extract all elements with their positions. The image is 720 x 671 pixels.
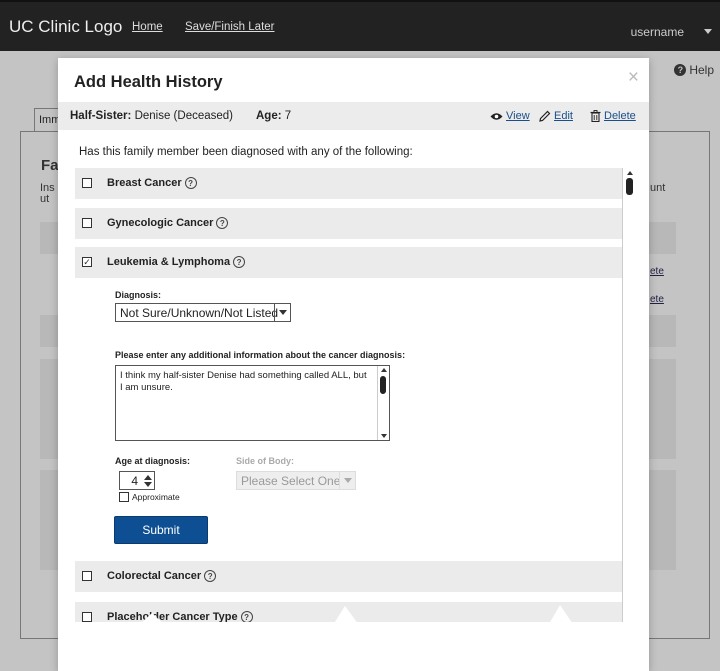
gynecologic-cancer-checkbox[interactable] (82, 218, 92, 228)
background-text: unt (650, 182, 666, 194)
scroll-thumb[interactable] (380, 376, 386, 394)
help-link[interactable]: ? Help (674, 63, 714, 77)
add-health-history-modal: Add Health History × Half-Sister: Denise… (58, 58, 649, 671)
category-label: Colorectal Cancer ? (107, 570, 217, 582)
scroll-down-icon[interactable] (381, 434, 387, 438)
list-scrollbar[interactable] (622, 168, 636, 622)
submit-button[interactable]: Submit (114, 516, 208, 544)
cancer-type-list: Breast Cancer ? Gynecologic Cancer ? ✓ L… (75, 168, 635, 622)
background-link: ete (650, 266, 664, 277)
category-colorectal-cancer: Colorectal Cancer ? (75, 561, 624, 592)
gynecologic-cancer-label: Gynecologic Cancer (107, 217, 214, 229)
nav-save-finish-later-link[interactable]: Save/Finish Later (185, 21, 275, 33)
side-of-body-label: Side of Body: (236, 456, 294, 466)
additional-info-value: I think my half-sister Denise had someth… (120, 370, 367, 393)
family-member-age: Age: 7 (256, 110, 291, 122)
view-button[interactable]: View (490, 110, 530, 122)
help-label: Help (689, 63, 714, 77)
member-name: Denise (Deceased) (134, 110, 233, 122)
category-leukemia-lymphoma: ✓ Leukemia & Lymphoma ? (75, 247, 624, 278)
age-label: Age: (256, 110, 282, 122)
family-member-name: Half-Sister: Denise (Deceased) (70, 110, 233, 122)
eye-icon (490, 112, 503, 120)
nav-home-link[interactable]: Home (132, 21, 163, 33)
stepper-arrows-icon[interactable] (144, 475, 152, 487)
leukemia-lymphoma-checkbox[interactable]: ✓ (82, 257, 92, 267)
pencil-icon (539, 110, 551, 122)
question-icon[interactable]: ? (204, 570, 217, 582)
question-icon[interactable]: ? (233, 256, 246, 268)
colorectal-cancer-label: Colorectal Cancer (107, 570, 202, 582)
side-of-body-select[interactable]: Please Select One (236, 471, 356, 490)
edit-label: Edit (554, 110, 573, 122)
chevron-down-icon[interactable] (704, 29, 712, 34)
delete-label: Delete (604, 110, 636, 122)
category-label: Gynecologic Cancer ? (107, 217, 229, 229)
age-at-diagnosis-value: 4 (131, 474, 138, 488)
approximate-label: Approximate (132, 492, 180, 502)
diagnosis-value: Not Sure/Unknown/Not Listed (120, 306, 279, 320)
delete-button[interactable]: Delete (590, 110, 636, 122)
approximate-checkbox[interactable] (119, 492, 129, 502)
side-of-body-placeholder: Please Select One (241, 474, 341, 488)
category-breast-cancer: Breast Cancer ? (75, 168, 624, 199)
age-value: 7 (284, 110, 292, 122)
approximate-option[interactable]: Approximate (119, 492, 180, 502)
chevron-down-icon (339, 472, 355, 489)
category-label: Leukemia & Lymphoma ? (107, 256, 246, 268)
scroll-thumb[interactable] (626, 178, 633, 195)
edit-button[interactable]: Edit (539, 110, 573, 122)
view-label: View (506, 110, 530, 122)
top-bar: UC Clinic Logo Home Save/Finish Later us… (0, 0, 720, 51)
diagnosis-select[interactable]: Not Sure/Unknown/Not Listed (115, 303, 291, 322)
question-icon[interactable]: ? (216, 217, 229, 229)
breast-cancer-label: Breast Cancer (107, 177, 182, 189)
scroll-up-icon[interactable] (627, 171, 633, 175)
leukemia-lymphoma-label: Leukemia & Lymphoma (107, 256, 231, 268)
relation-label: Half-Sister: (70, 110, 132, 122)
torn-edge (58, 605, 649, 671)
textarea-scrollbar[interactable] (377, 366, 389, 440)
help-icon: ? (674, 64, 687, 76)
additional-info-label: Please enter any additional information … (115, 350, 406, 360)
colorectal-cancer-checkbox[interactable] (82, 571, 92, 581)
chevron-down-icon (274, 304, 290, 321)
additional-info-textarea[interactable]: I think my half-sister Denise had someth… (115, 365, 390, 441)
background-heading: Fa (41, 157, 59, 174)
age-at-diagnosis-label: Age at diagnosis: (115, 456, 191, 466)
background-link: ete (650, 294, 664, 305)
category-gynecologic-cancer: Gynecologic Cancer ? (75, 208, 624, 239)
question-icon[interactable]: ? (184, 177, 197, 189)
age-at-diagnosis-stepper[interactable]: 4 (119, 471, 155, 490)
username-menu[interactable]: username (631, 25, 684, 39)
family-member-bar: Half-Sister: Denise (Deceased) Age: 7 Vi… (58, 102, 649, 130)
scroll-up-icon[interactable] (381, 368, 387, 372)
diagnosis-label: Diagnosis: (115, 290, 162, 300)
background-text: ut (40, 193, 50, 205)
clinic-logo: UC Clinic Logo (9, 17, 123, 36)
category-label: Breast Cancer ? (107, 177, 197, 189)
close-icon[interactable]: × (628, 67, 639, 89)
breast-cancer-checkbox[interactable] (82, 178, 92, 188)
modal-title: Add Health History (74, 73, 223, 91)
diagnosis-question: Has this family member been diagnosed wi… (79, 146, 413, 158)
trash-icon (590, 110, 601, 122)
